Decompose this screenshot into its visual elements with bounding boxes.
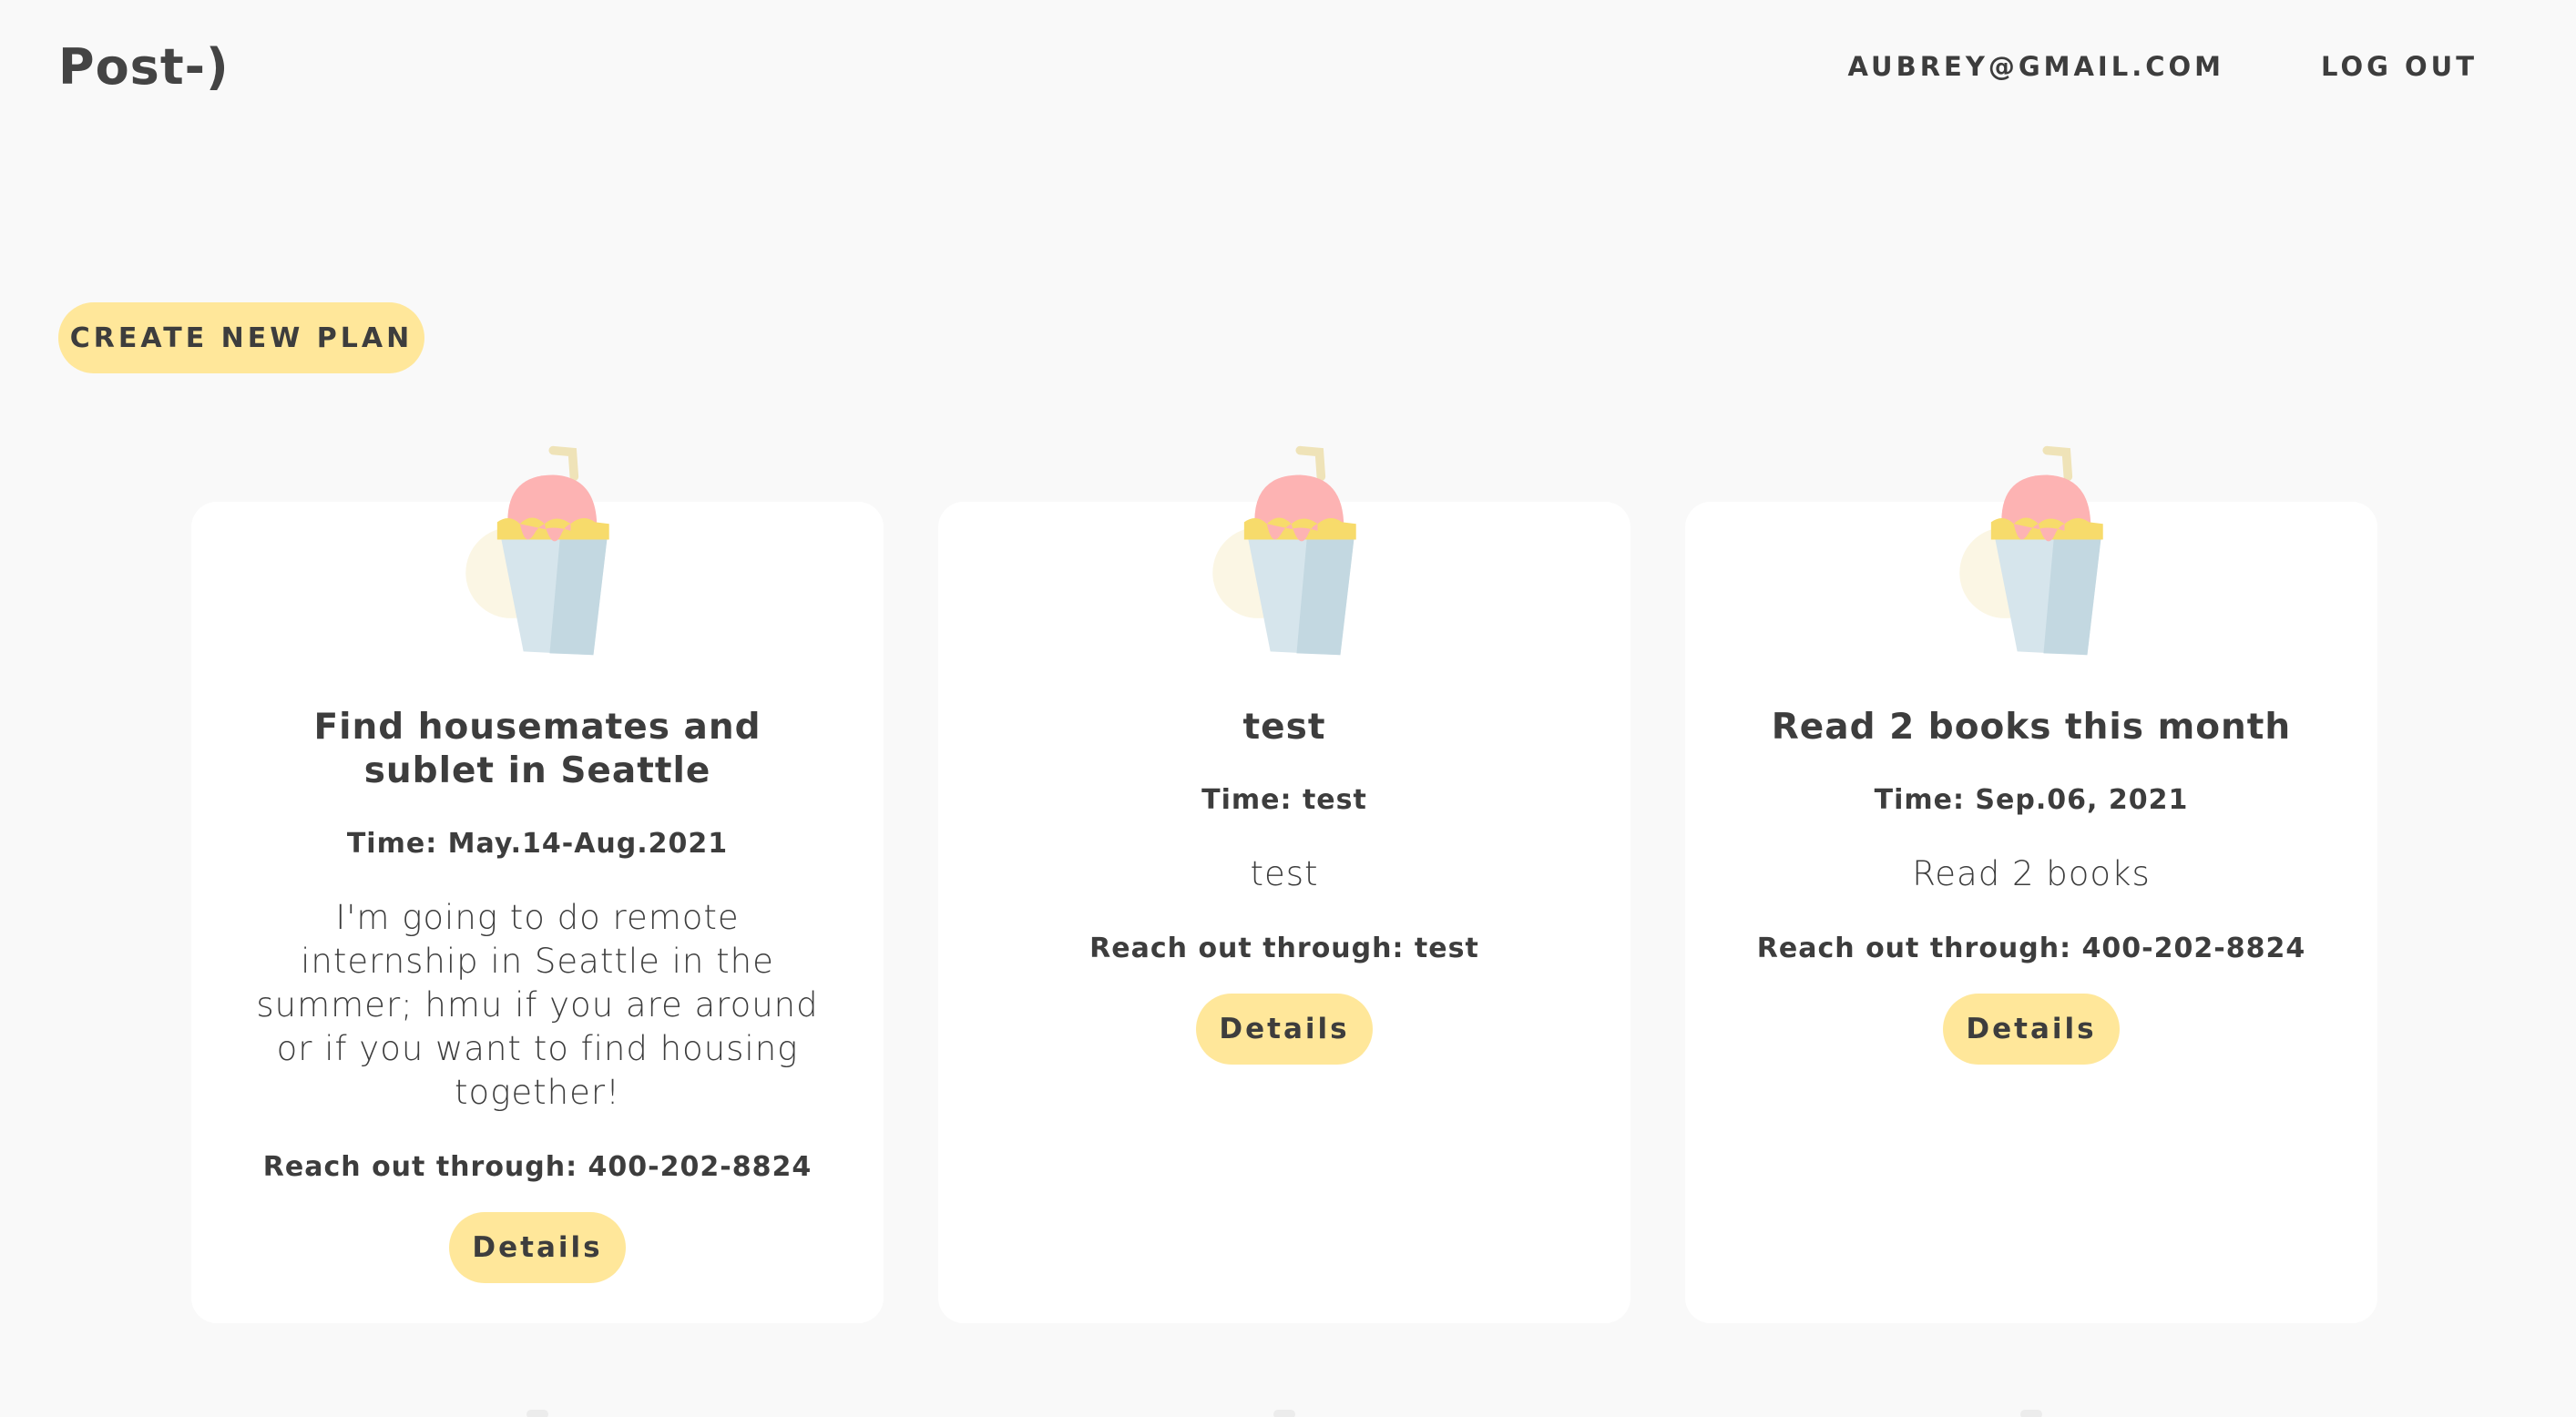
ice-cream-cup-icon: [1193, 442, 1375, 660]
plan-time: Time: Sep.06, 2021: [1874, 784, 2189, 816]
plan-title: Read 2 books this month: [1771, 707, 2292, 748]
plan-description: test: [1250, 854, 1319, 893]
plan-title: Find housemates and sublet in Seattle: [313, 707, 762, 791]
plan-card: test Time: test test Reach out through: …: [938, 502, 1630, 1323]
next-row-straw-peek: [2020, 1410, 2042, 1417]
plan-time: Time: May.14-Aug.2021: [346, 828, 729, 860]
next-row-straw-peek: [526, 1410, 548, 1417]
details-button[interactable]: Details: [1196, 994, 1373, 1065]
plan-card: Find housemates and sublet in Seattle Ti…: [191, 502, 884, 1323]
plan-title: test: [1242, 707, 1326, 748]
ice-cream-cup-icon: [1940, 442, 2122, 660]
plan-time: Time: test: [1201, 784, 1367, 816]
next-row-straw-peek: [1273, 1410, 1295, 1417]
plan-card: Read 2 books this month Time: Sep.06, 20…: [1685, 502, 2377, 1323]
page: Post-) AUBREY@GMAIL.COM LOG OUT CREATE N…: [0, 0, 2576, 1417]
ice-cream-cup-icon: [446, 442, 629, 660]
create-new-plan-button[interactable]: CREATE NEW PLAN: [58, 302, 424, 373]
plan-contact: Reach out through: 400-202-8824: [1756, 933, 2306, 964]
user-email-link[interactable]: AUBREY@GMAIL.COM: [1847, 51, 2224, 82]
plan-contact: Reach out through: 400-202-8824: [262, 1151, 813, 1183]
details-button[interactable]: Details: [449, 1212, 626, 1283]
app-logo[interactable]: Post-): [58, 38, 230, 96]
plan-description: I'm going to do remote internship in Sea…: [256, 898, 819, 1112]
plan-contact: Reach out through: test: [1089, 933, 1479, 964]
logout-link[interactable]: LOG OUT: [2321, 51, 2478, 82]
plan-description: Read 2 books: [1912, 854, 2151, 893]
details-button[interactable]: Details: [1943, 994, 2120, 1065]
top-nav: AUBREY@GMAIL.COM LOG OUT: [1847, 51, 2478, 82]
